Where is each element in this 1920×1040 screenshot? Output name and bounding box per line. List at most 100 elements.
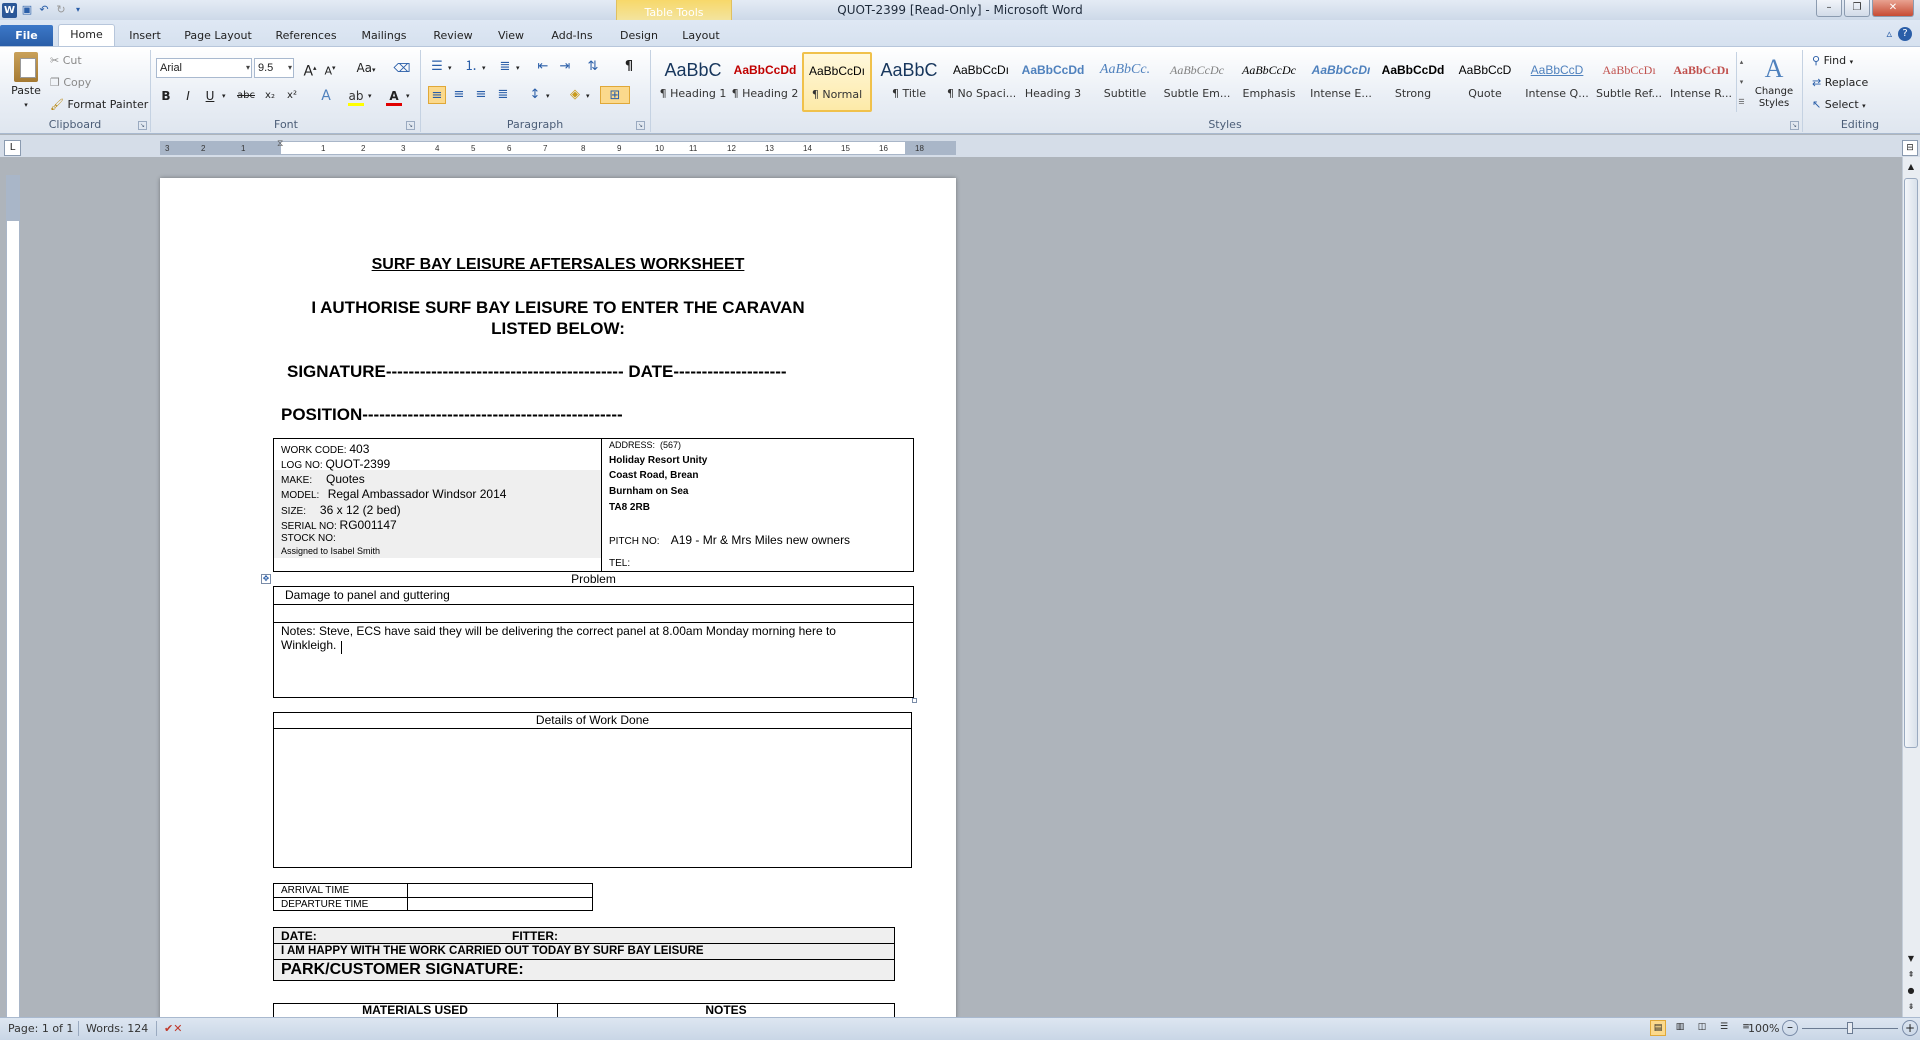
tab-mailings[interactable]: Mailings [352, 26, 416, 46]
tab-review[interactable]: Review [426, 26, 480, 46]
font-color-button[interactable]: A [384, 86, 404, 106]
copy-button[interactable]: ❐ Copy [50, 76, 91, 89]
replace-button[interactable]: ⇄ Replace [1812, 76, 1868, 89]
next-page-icon[interactable]: ⇟ [1904, 1000, 1918, 1014]
style-heading-1[interactable]: AaBbC ¶ Heading 1 [658, 52, 728, 112]
close-button[interactable]: ✕ [1872, 0, 1914, 17]
strikethrough-button[interactable]: abc [234, 86, 258, 106]
multilevel-list-icon[interactable]: ≣ [496, 58, 514, 76]
tab-home[interactable]: Home [58, 24, 115, 46]
styles-launcher-icon[interactable]: ↘ [1790, 121, 1799, 130]
indent-marker-icon[interactable]: ⧖ [277, 139, 283, 149]
select-button[interactable]: ↖ Select ▾ [1812, 98, 1866, 111]
web-layout-icon[interactable]: ◫ [1694, 1020, 1710, 1036]
style-heading-3[interactable]: AaBbCcDd Heading 3 [1018, 52, 1088, 112]
font-launcher-icon[interactable]: ↘ [406, 121, 415, 130]
decrease-indent-icon[interactable]: ⇤ [534, 58, 552, 76]
underline-dropdown-icon[interactable]: ▾ [222, 92, 226, 100]
style-emphasis[interactable]: AaBbCcDc Emphasis [1234, 52, 1304, 112]
style-subtitle[interactable]: AaBbCc. Subtitle [1090, 52, 1160, 112]
tab-page-layout[interactable]: Page Layout [180, 26, 256, 46]
tab-insert[interactable]: Insert [122, 26, 168, 46]
vertical-ruler[interactable] [6, 175, 20, 1020]
horizontal-ruler[interactable]: 3 2 1 1 2 3 4 5 6 7 8 9 10 11 12 13 14 15 16 18 ⧖ [160, 139, 956, 155]
full-screen-reading-icon[interactable]: ▥ [1672, 1020, 1688, 1036]
outline-icon[interactable]: ☰ [1716, 1020, 1732, 1036]
style-heading-2[interactable]: AaBbCcDd ¶ Heading 2 [730, 52, 800, 112]
view-ruler-icon[interactable]: ⊟ [1902, 140, 1918, 156]
subscript-button[interactable]: x₂ [260, 86, 280, 106]
style-subtle-ref[interactable]: AaBbCcDı Subtle Ref... [1594, 52, 1664, 112]
text-effects-icon[interactable]: A [316, 86, 336, 106]
paste-button[interactable]: Paste ▾ [8, 52, 44, 112]
highlight-dropdown-icon[interactable]: ▾ [368, 92, 372, 100]
underline-button[interactable]: U [200, 86, 220, 106]
tab-file[interactable]: File [0, 25, 53, 46]
notes-text[interactable]: Notes: Steve, ECS have said they will be… [281, 624, 881, 652]
increase-indent-icon[interactable]: ⇥ [556, 58, 574, 76]
style-quote[interactable]: AaBbCcD Quote [1450, 52, 1520, 112]
minimize-button[interactable]: – [1816, 0, 1842, 17]
superscript-button[interactable]: x² [282, 86, 302, 106]
page-count-status[interactable]: Page: 1 of 1 [8, 1022, 73, 1035]
align-right-icon[interactable]: ≡ [472, 86, 490, 104]
multilevel-dropdown-icon[interactable]: ▾ [516, 64, 520, 72]
borders-icon[interactable]: ⊞ [600, 86, 630, 104]
scroll-down-icon[interactable]: ▼ [1904, 952, 1918, 966]
line-spacing-dropdown-icon[interactable]: ▾ [546, 92, 550, 100]
scroll-up-icon[interactable]: ▲ [1904, 160, 1918, 174]
zoom-in-icon[interactable]: + [1902, 1020, 1918, 1036]
bullets-dropdown-icon[interactable]: ▾ [448, 64, 452, 72]
show-marks-button[interactable]: ¶ [620, 58, 638, 76]
print-layout-icon[interactable]: ▤ [1650, 1020, 1666, 1036]
shading-icon[interactable]: ◈ [566, 86, 584, 104]
tab-view[interactable]: View [488, 26, 534, 46]
font-name-combo[interactable]: Arial ▾ [156, 58, 252, 78]
table-resize-handle[interactable] [912, 698, 917, 703]
font-color-dropdown-icon[interactable]: ▾ [406, 92, 410, 100]
style-intense-e[interactable]: AaBbCcDı Intense E... [1306, 52, 1376, 112]
align-center-icon[interactable]: ≡ [450, 86, 468, 104]
previous-page-icon[interactable]: ⇞ [1904, 968, 1918, 982]
line-spacing-icon[interactable]: ↕ [526, 86, 544, 104]
tab-references[interactable]: References [268, 26, 344, 46]
restore-button[interactable]: ❐ [1844, 0, 1870, 17]
shading-dropdown-icon[interactable]: ▾ [586, 92, 590, 100]
find-button[interactable]: ⚲ Find ▾ [1812, 54, 1853, 67]
styles-gallery-scroll[interactable]: ▴ ▾ ☰ [1736, 52, 1746, 112]
italic-button[interactable]: I [178, 86, 198, 106]
style-title[interactable]: AaBbC ¶ Title [874, 52, 944, 112]
style-subtle-em[interactable]: AaBbCcDc Subtle Em... [1162, 52, 1232, 112]
grow-font-button[interactable]: A▴ [300, 58, 320, 80]
help-icon[interactable]: ? [1898, 27, 1912, 41]
highlight-button[interactable]: ab [346, 86, 366, 106]
word-count-status[interactable]: Words: 124 [86, 1022, 148, 1035]
tab-design[interactable]: Design [614, 26, 664, 46]
paragraph-launcher-icon[interactable]: ↘ [636, 121, 645, 130]
browse-object-icon[interactable]: ● [1904, 984, 1918, 998]
clipboard-launcher-icon[interactable]: ↘ [138, 121, 147, 130]
change-case-button[interactable]: Aa▾ [352, 58, 380, 78]
style-intense-r[interactable]: AaBbCcDı Intense R... [1666, 52, 1736, 112]
minimize-ribbon-icon[interactable]: ▵ [1886, 27, 1892, 41]
align-left-icon[interactable]: ≡ [428, 86, 446, 104]
clear-formatting-icon[interactable]: ⌫ [392, 58, 412, 78]
justify-icon[interactable]: ≣ [494, 86, 512, 104]
numbering-icon[interactable]: ⒈ [462, 58, 480, 76]
zoom-slider-thumb[interactable] [1847, 1022, 1853, 1034]
bullets-icon[interactable]: ☰ [428, 58, 446, 76]
problem-text[interactable]: Damage to panel and guttering [285, 588, 450, 602]
format-painter-button[interactable]: 🖌 Format Painter [50, 98, 148, 111]
style-no-spaci[interactable]: AaBbCcDı ¶ No Spaci... [946, 52, 1016, 112]
scrollbar-thumb[interactable] [1904, 178, 1918, 748]
tab-add-ins[interactable]: Add-Ins [544, 26, 600, 46]
numbering-dropdown-icon[interactable]: ▾ [482, 64, 486, 72]
zoom-out-icon[interactable]: – [1782, 1020, 1798, 1036]
zoom-level[interactable]: 100% [1748, 1022, 1779, 1035]
proofing-error-icon[interactable]: ✔✕ [164, 1022, 182, 1035]
change-styles-button[interactable]: A Change Styles [1752, 52, 1796, 114]
shrink-font-button[interactable]: A▾ [320, 58, 340, 78]
bold-button[interactable]: B [156, 86, 176, 106]
table-move-handle-icon[interactable]: ✥ [261, 574, 271, 584]
style-normal[interactable]: AaBbCcDı ¶ Normal [802, 52, 872, 112]
